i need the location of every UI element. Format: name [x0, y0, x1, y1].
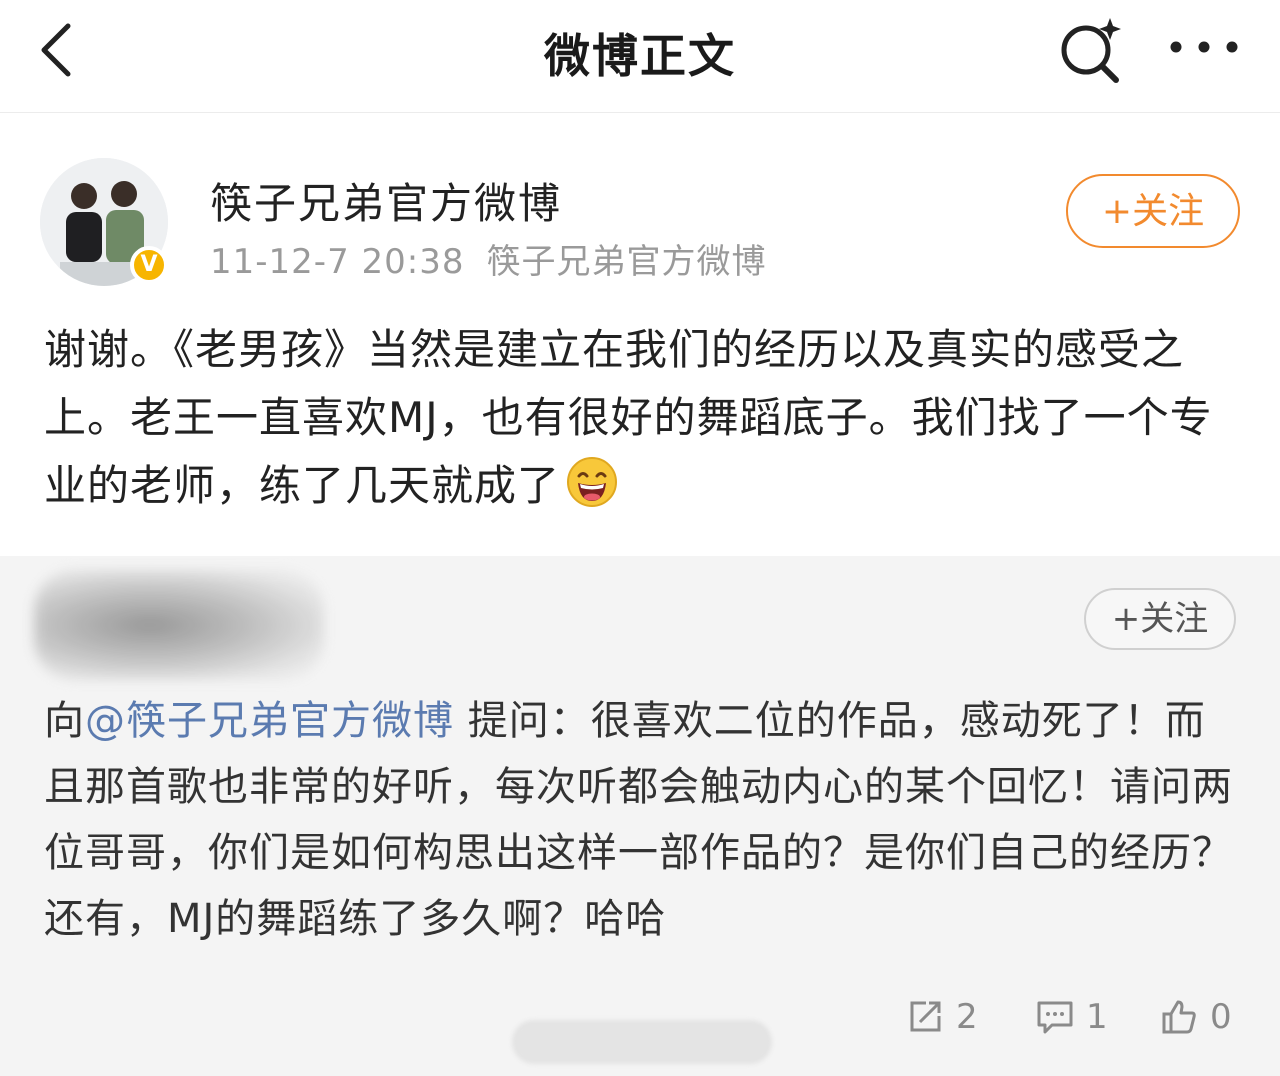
laughing-face-icon	[567, 457, 618, 507]
like-button[interactable]: 0	[1160, 992, 1232, 1042]
post-time: 11-12-7 20:38	[210, 242, 465, 282]
post-source: 筷子兄弟官方微博	[486, 242, 767, 282]
search-button[interactable]	[1056, 14, 1126, 84]
post-text: 谢谢。《老男孩》当然是建立在我们的经历以及真实的感受之上。老王一直喜欢MJ，也有…	[44, 325, 1213, 510]
blurred-user-info	[34, 570, 324, 680]
post-meta: 11-12-7 20:38 筷子兄弟官方微博	[210, 234, 767, 283]
mention-link[interactable]: @筷子兄弟官方微博	[85, 698, 454, 744]
comment-icon	[1037, 1001, 1073, 1034]
more-dots-icon	[1170, 41, 1238, 53]
author-name[interactable]: 筷子兄弟官方微博	[210, 170, 562, 231]
post-content: 谢谢。《老男孩》当然是建立在我们的经历以及真实的感受之上。老王一直喜欢MJ，也有…	[44, 316, 1234, 520]
quoted-question-card[interactable]: +关注 向@筷子兄弟官方微博 提问：很喜欢二位的作品，感动死了！而且那首歌也非常…	[0, 556, 1280, 1076]
verified-badge: V	[130, 246, 168, 284]
blurred-watermark	[512, 1020, 772, 1064]
follow-button[interactable]: +关注	[1066, 174, 1240, 248]
repost-icon	[910, 1001, 941, 1032]
search-sparkle-icon	[1061, 18, 1121, 83]
repost-count: 2	[956, 997, 978, 1037]
like-count: 0	[1210, 997, 1232, 1037]
author-row: V 筷子兄弟官方微博 11-12-7 20:38 筷子兄弟官方微博 +关注	[40, 150, 1240, 290]
comment-count: 1	[1086, 997, 1108, 1037]
thumbs-up-icon	[1162, 1000, 1196, 1034]
quoted-text: 向@筷子兄弟官方微博 提问：很喜欢二位的作品，感动死了！而且那首歌也非常的好听，…	[44, 688, 1234, 952]
more-options-button[interactable]	[1166, 32, 1242, 62]
comment-button[interactable]: 1	[1036, 992, 1108, 1042]
quoted-follow-button[interactable]: +关注	[1084, 588, 1236, 650]
top-navigation-bar: 微博正文	[0, 0, 1280, 113]
quoted-prefix: 向	[44, 698, 85, 744]
repost-button[interactable]: 2	[906, 992, 978, 1042]
